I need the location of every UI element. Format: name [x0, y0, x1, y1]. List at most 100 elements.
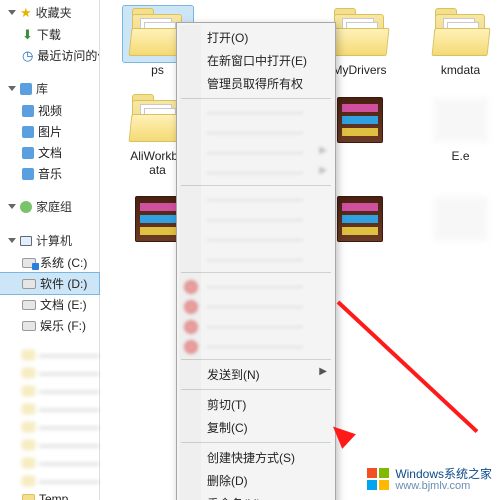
context-menu-separator — [181, 185, 331, 186]
ctx-open[interactable]: 打开(O) — [179, 26, 333, 49]
ctx-obscured[interactable]: ———————— — [179, 276, 333, 296]
ctx-obscured[interactable]: ———————— — [179, 249, 333, 269]
nav-item-pictures[interactable]: 图片 — [0, 121, 99, 142]
ctx-obscured[interactable]: ———————— — [179, 316, 333, 336]
archive-icon — [337, 196, 383, 242]
context-menu-separator — [181, 272, 331, 273]
nav-item-hidden: ————— — [0, 454, 99, 472]
document-icon — [22, 147, 34, 159]
folder-icon — [22, 476, 35, 486]
nav-item-hidden: ————— — [0, 418, 99, 436]
nav-item-label: 娱乐 (F:) — [40, 317, 86, 334]
ctx-take-ownership[interactable]: 管理员取得所有权 — [179, 72, 333, 95]
nav-group-favorites[interactable]: ★ 收藏夹 — [0, 0, 99, 24]
file-caption: kmdata — [441, 64, 480, 78]
ctx-obscured[interactable]: ———————— — [179, 162, 333, 182]
file-tile[interactable] — [425, 191, 496, 247]
nav-item-label: Temp — [39, 492, 68, 500]
ctx-obscured[interactable]: ———————— — [179, 336, 333, 356]
ctx-delete[interactable]: 删除(D) — [179, 469, 333, 492]
nav-group-homegroup[interactable]: 家庭组 — [0, 194, 99, 218]
ctx-cut[interactable]: 剪切(T) — [179, 393, 333, 416]
watermark-text: Windows系统之家 — [395, 467, 492, 481]
context-menu-separator — [181, 442, 331, 443]
red-icon — [184, 320, 198, 334]
file-tile-folder[interactable]: kmdata — [425, 6, 496, 78]
obscured-icon — [434, 197, 488, 241]
nav-item-music[interactable]: 音乐 — [0, 163, 99, 184]
nav-item-hidden: ————— — [0, 436, 99, 454]
nav-item-hidden: ————— — [0, 346, 99, 364]
ctx-obscured[interactable]: ———————— — [179, 296, 333, 316]
file-caption: E.e — [451, 150, 469, 164]
nav-item-drive-c[interactable]: 系统 (C:) — [0, 252, 99, 273]
ctx-obscured[interactable]: ———————— — [179, 122, 333, 142]
ctx-obscured[interactable]: ———————— — [179, 229, 333, 249]
nav-item-hidden: ————— — [0, 382, 99, 400]
folder-tree[interactable]: ★ 收藏夹 ⬇ 下载 ◷ 最近访问的位置 库 视频 图片 文档 — [0, 0, 100, 500]
context-menu-separator — [181, 389, 331, 390]
folder-icon — [22, 494, 35, 500]
watermark-url: www.bjmlv.com — [395, 480, 492, 492]
nav-item-label: 图片 — [38, 123, 62, 140]
ctx-send-to[interactable]: 发送到(N) — [179, 363, 333, 386]
ctx-copy[interactable]: 复制(C) — [179, 416, 333, 439]
nav-item-label: 下载 — [37, 26, 61, 43]
nav-item-hidden: ————— — [0, 400, 99, 418]
drive-icon — [22, 321, 36, 331]
nav-item-downloads[interactable]: ⬇ 下载 — [0, 24, 99, 45]
chevron-down-icon — [8, 204, 16, 209]
folder-icon — [433, 12, 489, 56]
red-icon — [184, 300, 198, 314]
ctx-rename[interactable]: 重命名(M) — [179, 492, 333, 500]
nav-item-drive-f[interactable]: 娱乐 (F:) — [0, 315, 99, 336]
nav-item-temp[interactable]: Temp — [0, 490, 99, 500]
nav-item-label: 最近访问的位置 — [37, 47, 99, 64]
nav-item-hidden: ————— — [0, 364, 99, 382]
folder-icon — [22, 440, 35, 450]
ctx-open-new-window[interactable]: 在新窗口中打开(E) — [179, 49, 333, 72]
nav-item-recent[interactable]: ◷ 最近访问的位置 — [0, 45, 99, 66]
nav-group-label: 家庭组 — [36, 198, 72, 215]
nav-group-libraries[interactable]: 库 — [0, 76, 99, 100]
video-icon — [22, 105, 34, 117]
nav-item-label: 视频 — [38, 102, 62, 119]
music-icon — [22, 168, 34, 180]
nav-group-label: 收藏夹 — [36, 4, 72, 21]
red-icon — [184, 340, 198, 354]
nav-item-videos[interactable]: 视频 — [0, 100, 99, 121]
nav-group-label: 库 — [36, 80, 48, 97]
nav-item-drive-d[interactable]: 软件 (D:) — [0, 273, 99, 294]
context-menu[interactable]: 打开(O) 在新窗口中打开(E) 管理员取得所有权 ———————— —————… — [176, 22, 336, 500]
libraries-icon — [20, 83, 32, 95]
homegroup-icon — [20, 201, 32, 213]
folder-icon — [22, 386, 35, 396]
red-icon — [184, 280, 198, 294]
file-caption: ps — [151, 64, 164, 78]
context-menu-separator — [181, 98, 331, 99]
folder-icon — [22, 368, 35, 378]
nav-item-label: 文档 — [38, 144, 62, 161]
nav-item-label: 音乐 — [38, 165, 62, 182]
folder-icon — [22, 404, 35, 414]
download-icon: ⬇ — [22, 28, 33, 41]
star-icon: ★ — [20, 6, 32, 19]
ctx-obscured[interactable]: ———————— — [179, 189, 333, 209]
drive-icon — [22, 279, 36, 289]
nav-item-label: 软件 (D:) — [40, 275, 87, 292]
drive-icon — [22, 300, 36, 310]
file-tile[interactable]: E.e — [425, 92, 496, 178]
nav-item-documents[interactable]: 文档 — [0, 142, 99, 163]
archive-icon — [135, 196, 181, 242]
ctx-obscured[interactable]: ———————— — [179, 209, 333, 229]
ctx-obscured[interactable]: ———————— — [179, 142, 333, 162]
system-drive-icon — [22, 258, 36, 268]
nav-group-label: 计算机 — [36, 232, 72, 249]
nav-item-drive-e[interactable]: 文档 (E:) — [0, 294, 99, 315]
ctx-create-shortcut[interactable]: 创建快捷方式(S) — [179, 446, 333, 469]
nav-group-computer[interactable]: 计算机 — [0, 228, 99, 252]
archive-icon — [337, 97, 383, 143]
ctx-obscured[interactable]: ———————— — [179, 102, 333, 122]
folder-icon — [22, 458, 35, 468]
picture-icon — [22, 126, 34, 138]
